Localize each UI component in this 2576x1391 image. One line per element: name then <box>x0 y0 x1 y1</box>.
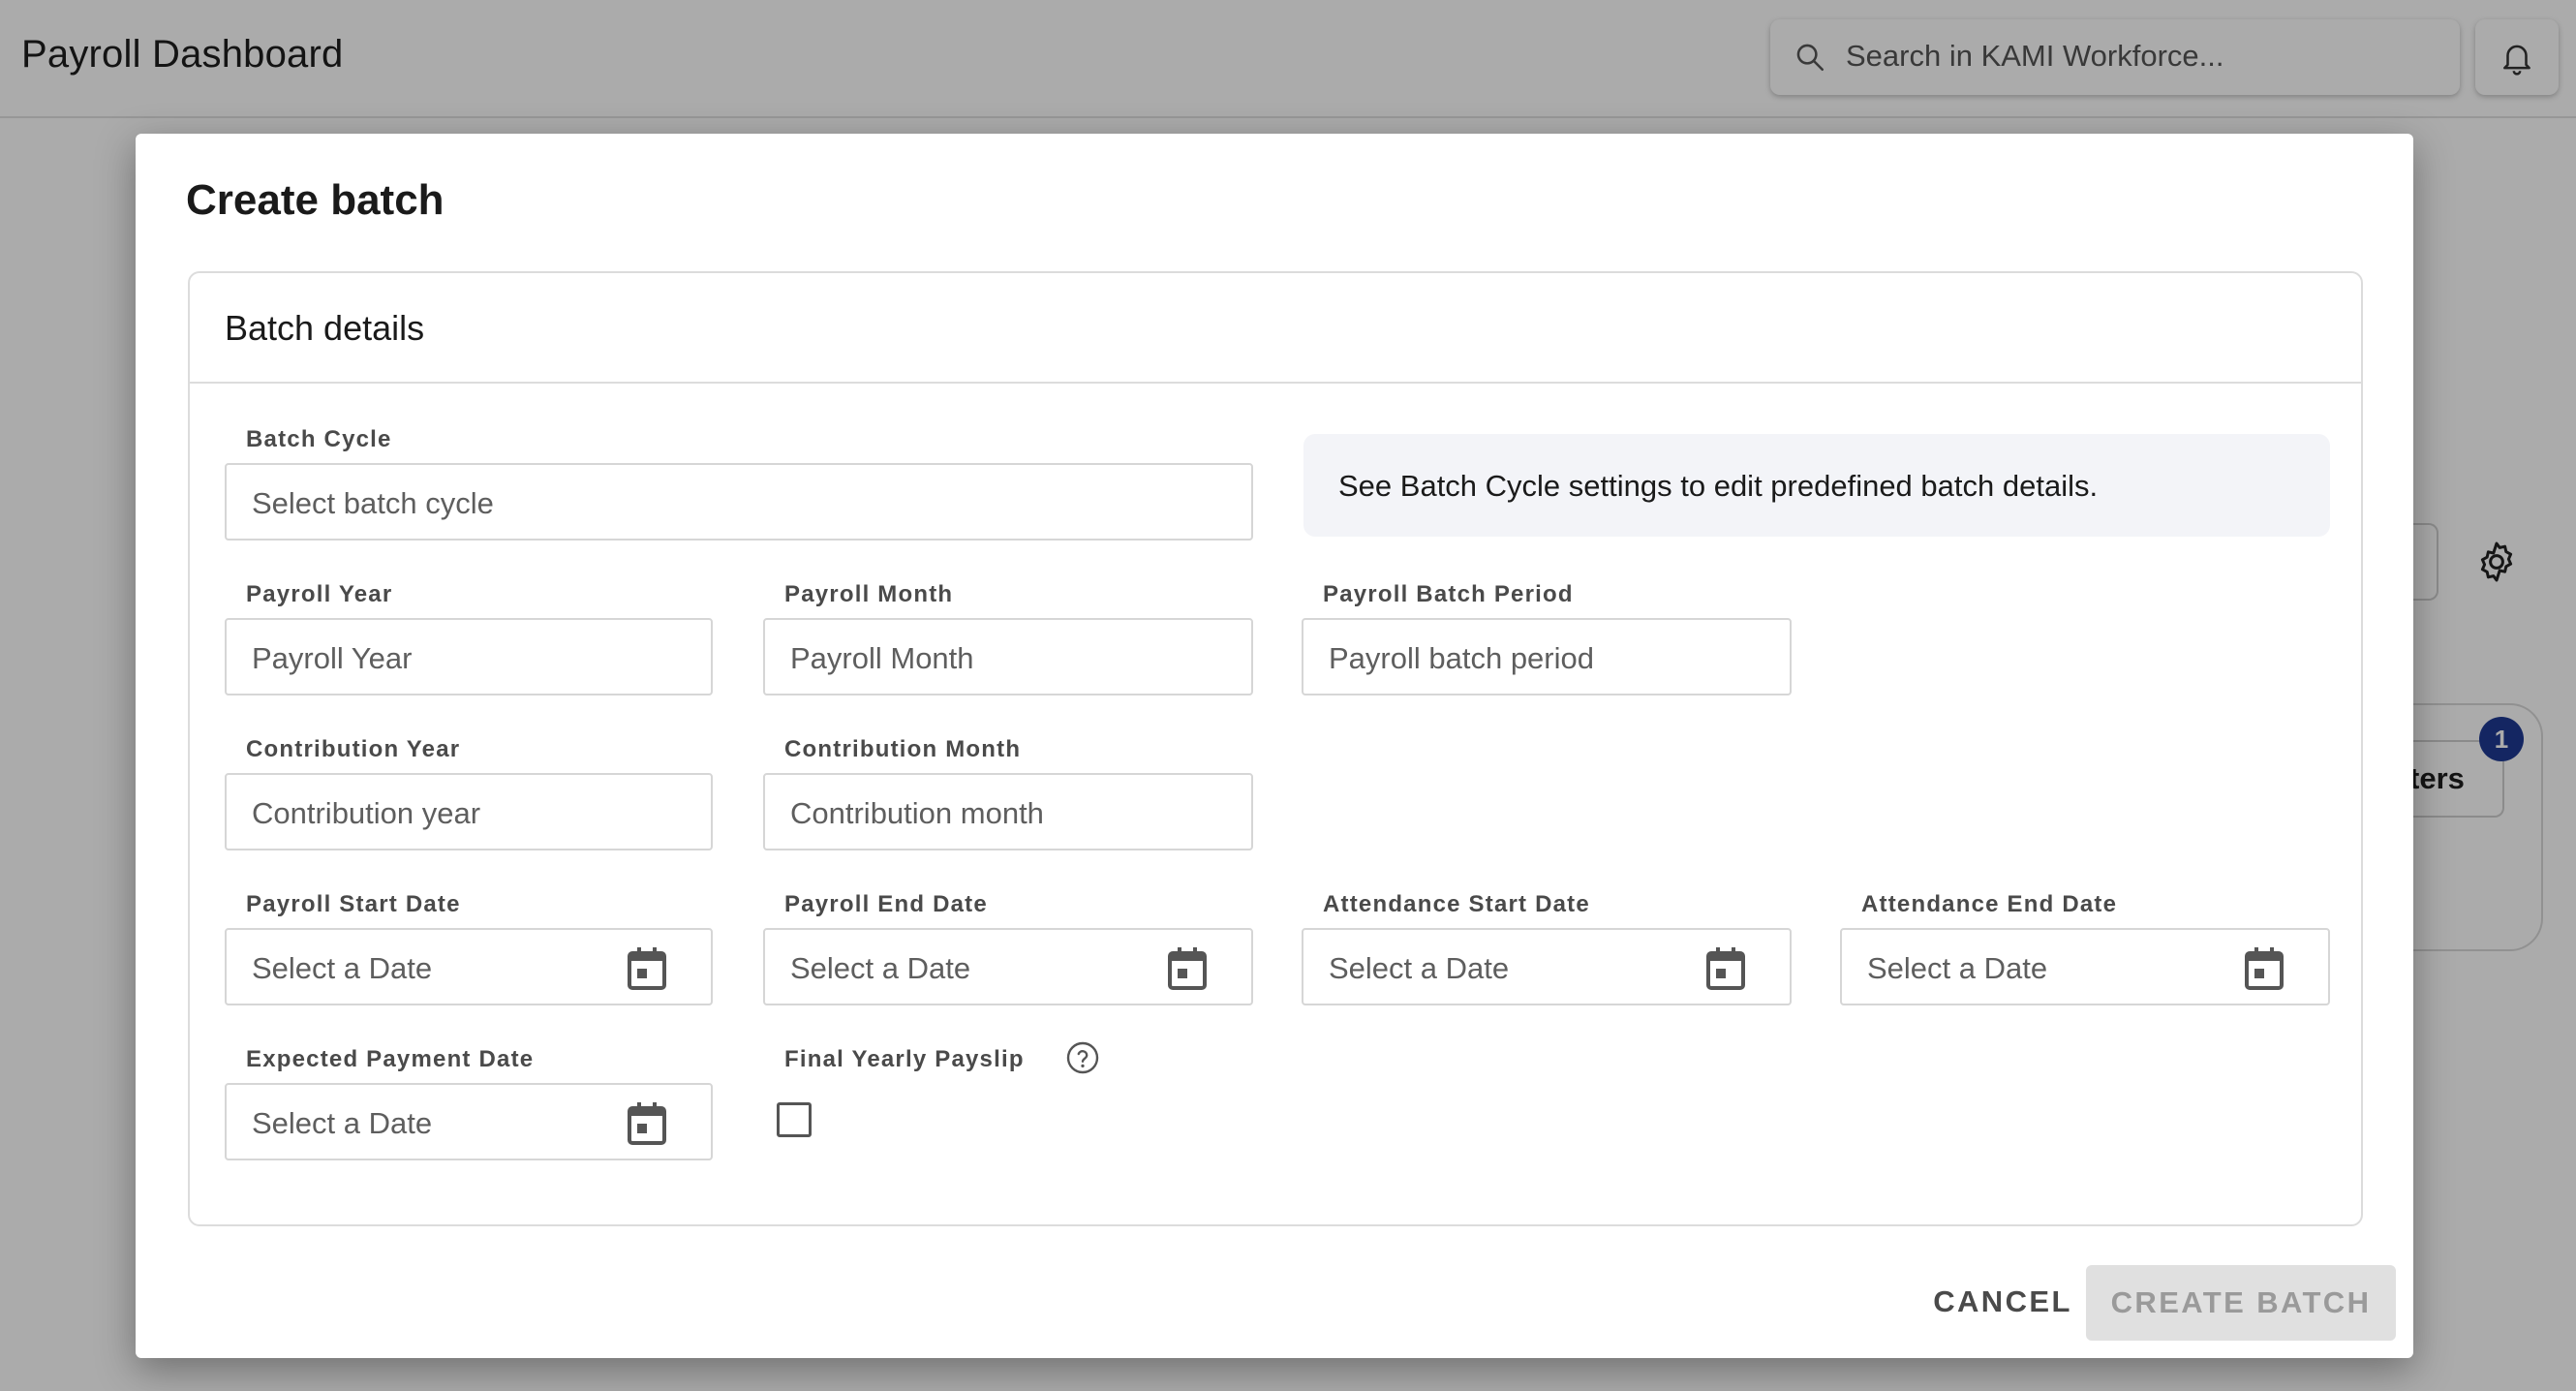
attendance-end-date-placeholder: Select a Date <box>1867 951 2048 985</box>
payroll-batch-period-label: Payroll Batch Period <box>1323 581 1574 607</box>
attendance-end-date-label: Attendance End Date <box>1861 891 2118 917</box>
contribution-month-field[interactable]: Contribution month <box>763 773 1253 850</box>
payroll-start-date-field[interactable]: Select a Date <box>225 928 713 1005</box>
help-circle-icon[interactable] <box>1065 1040 1100 1075</box>
contribution-year-field[interactable]: Contribution year <box>225 773 713 850</box>
expected-payment-date-field[interactable]: Select a Date <box>225 1083 713 1160</box>
attendance-start-date-label: Attendance Start Date <box>1323 891 1590 917</box>
app-root: Payroll Dashboard Search in KAMI Workfor… <box>0 0 2576 1391</box>
dialog-title: Create batch <box>186 176 445 224</box>
payroll-batch-period-placeholder: Payroll batch period <box>1329 641 1594 675</box>
create-batch-dialog: Create batch Batch details Batch Cycle S… <box>136 134 2413 1358</box>
batch-details-section: Batch details Batch Cycle Select batch c… <box>188 271 2363 1226</box>
expected-payment-date-label: Expected Payment Date <box>246 1046 535 1072</box>
attendance-end-date-field[interactable]: Select a Date <box>1840 928 2330 1005</box>
payroll-year-placeholder: Payroll Year <box>252 641 413 675</box>
cancel-button[interactable]: CANCEL <box>1892 1265 2113 1339</box>
final-yearly-payslip-checkbox[interactable] <box>777 1102 812 1137</box>
batch-cycle-placeholder: Select batch cycle <box>252 486 494 520</box>
create-batch-button[interactable]: CREATE BATCH <box>2086 1265 2396 1341</box>
payroll-month-placeholder: Payroll Month <box>790 641 974 675</box>
final-yearly-payslip-label: Final Yearly Payslip <box>784 1046 1025 1072</box>
section-title: Batch details <box>225 308 425 348</box>
calendar-icon[interactable] <box>2243 945 2285 992</box>
payroll-start-date-label: Payroll Start Date <box>246 891 461 917</box>
payroll-batch-period-field[interactable]: Payroll batch period <box>1302 618 1792 696</box>
payroll-year-field[interactable]: Payroll Year <box>225 618 713 696</box>
section-header: Batch details <box>190 273 2361 384</box>
payroll-end-date-label: Payroll End Date <box>784 891 988 917</box>
expected-payment-date-placeholder: Select a Date <box>252 1106 433 1140</box>
contribution-year-label: Contribution Year <box>246 736 461 762</box>
calendar-icon[interactable] <box>1704 945 1747 992</box>
calendar-icon[interactable] <box>626 1100 668 1147</box>
payroll-year-label: Payroll Year <box>246 581 393 607</box>
batch-cycle-select[interactable]: Select batch cycle <box>225 463 1253 541</box>
payroll-month-field[interactable]: Payroll Month <box>763 618 1253 696</box>
calendar-icon[interactable] <box>1166 945 1209 992</box>
payroll-end-date-placeholder: Select a Date <box>790 951 971 985</box>
calendar-icon[interactable] <box>626 945 668 992</box>
batch-cycle-label: Batch Cycle <box>246 426 392 452</box>
payroll-end-date-field[interactable]: Select a Date <box>763 928 1253 1005</box>
contribution-month-label: Contribution Month <box>784 736 1022 762</box>
contribution-year-placeholder: Contribution year <box>252 796 481 830</box>
payroll-start-date-placeholder: Select a Date <box>252 951 433 985</box>
attendance-start-date-field[interactable]: Select a Date <box>1302 928 1792 1005</box>
contribution-month-placeholder: Contribution month <box>790 796 1044 830</box>
payroll-month-label: Payroll Month <box>784 581 954 607</box>
batch-cycle-info-text: See Batch Cycle settings to edit predefi… <box>1338 469 2099 503</box>
batch-cycle-info: See Batch Cycle settings to edit predefi… <box>1303 434 2330 537</box>
attendance-start-date-placeholder: Select a Date <box>1329 951 1510 985</box>
